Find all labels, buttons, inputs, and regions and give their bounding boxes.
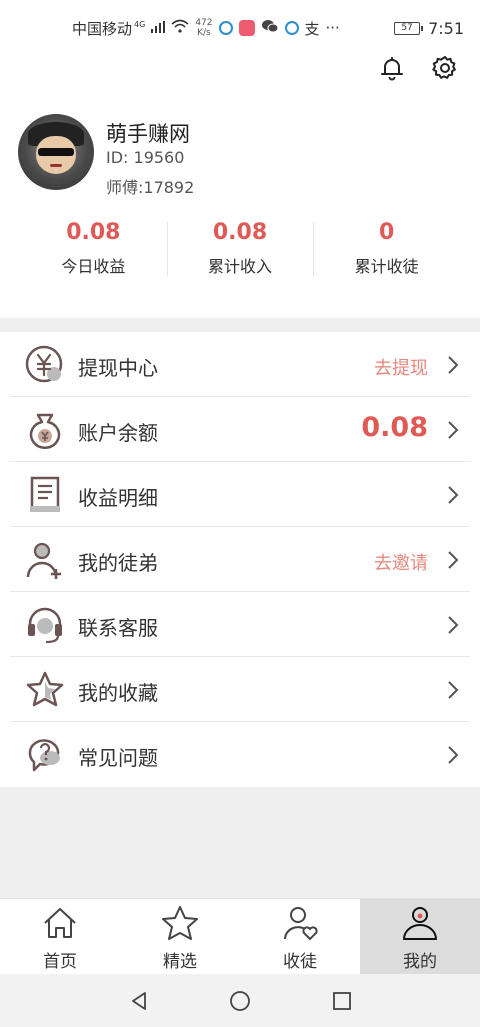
gear-icon[interactable]	[431, 54, 459, 86]
system-nav-bar	[0, 974, 480, 1027]
add-user-icon	[26, 542, 61, 579]
withdraw-link[interactable]: 去提现	[374, 354, 428, 380]
headset-icon	[28, 607, 62, 644]
yuan-withdraw-icon	[25, 345, 63, 383]
user-id: ID: 19560	[106, 148, 185, 167]
chevron-right-icon	[448, 616, 459, 634]
browser-notification-icon	[284, 21, 299, 35]
invite-link[interactable]: 去邀请	[374, 549, 428, 575]
tab-label: 精选	[163, 952, 197, 972]
stat-today-earnings[interactable]: 0.08 今日收益	[20, 220, 167, 280]
menu-label: 常见问题	[78, 746, 158, 770]
star-icon	[26, 671, 64, 707]
stat-value: 0.08	[212, 220, 268, 245]
home-circle-icon[interactable]	[229, 990, 251, 1012]
menu-item-balance[interactable]: 账户余额 0.08	[10, 397, 470, 462]
battery-icon: 57	[394, 21, 424, 35]
chevron-right-icon	[448, 356, 459, 374]
balance-value: 0.08	[361, 412, 428, 443]
stat-total-apprentices[interactable]: 0 累计收徒	[313, 220, 460, 280]
status-bar: 中国移动 4G 472 K/s 支 ··· 57 7:51	[0, 0, 480, 56]
money-bag-icon	[29, 413, 61, 449]
menu-label: 联系客服	[78, 616, 158, 640]
chevron-right-icon	[448, 746, 459, 764]
speed-unit: K/s	[197, 28, 211, 38]
tab-home[interactable]: 首页	[0, 899, 120, 974]
stat-label: 今日收益	[61, 257, 126, 276]
master-id: 师傅:17892	[106, 178, 195, 197]
app-notification-icon	[218, 21, 233, 35]
shopping-app-icon	[238, 20, 255, 36]
network-label: 4G	[134, 19, 146, 29]
menu-item-apprentices[interactable]: 我的徒弟 去邀请	[10, 527, 470, 592]
menu-label: 账户余额	[78, 421, 158, 445]
tab-mine[interactable]: 我的	[360, 899, 480, 974]
wechat-icon	[261, 19, 279, 37]
stat-label: 累计收徒	[354, 257, 419, 276]
tab-label: 首页	[43, 952, 77, 972]
stats-row: 0.08 今日收益 0.08 累计收入 0 累计收徒	[20, 220, 460, 280]
menu-item-customer-service[interactable]: 联系客服	[10, 592, 470, 657]
chevron-right-icon	[448, 486, 459, 504]
home-icon	[44, 908, 76, 938]
speed-value: 472	[195, 18, 213, 28]
profile-card: 萌手赚网 ID: 19560 师傅:17892 0.08 今日收益 0.08 累…	[0, 100, 480, 318]
tab-label: 收徒	[283, 952, 317, 972]
question-bubble-icon	[28, 739, 60, 772]
stat-value: 0	[379, 220, 395, 245]
menu-list: 提现中心 去提现 账户余额 0.08 收益明细 我的徒弟 去邀请 联系客服 我的…	[0, 332, 480, 787]
document-icon	[30, 476, 60, 512]
stat-value: 0.08	[66, 220, 121, 245]
clock: 7:51	[428, 18, 464, 38]
chevron-right-icon	[448, 421, 459, 439]
carrier-label: 中国移动	[72, 19, 133, 38]
bell-icon[interactable]	[378, 54, 406, 86]
nickname: 萌手赚网	[106, 122, 190, 146]
bottom-tab-bar: 首页 精选 收徒 我的	[0, 898, 480, 974]
menu-label: 我的收藏	[78, 681, 158, 705]
more-notifications-icon: ···	[325, 19, 340, 37]
tab-apprentice[interactable]: 收徒	[240, 899, 360, 974]
menu-item-withdraw[interactable]: 提现中心 去提现	[10, 332, 470, 397]
stat-label: 累计收入	[208, 257, 273, 276]
wifi-icon	[171, 19, 189, 37]
alipay-icon: 支	[304, 19, 320, 38]
tab-featured[interactable]: 精选	[120, 899, 240, 974]
menu-item-earnings-detail[interactable]: 收益明细	[10, 462, 470, 527]
stat-total-income[interactable]: 0.08 累计收入	[166, 220, 314, 280]
user-heart-icon	[284, 907, 318, 941]
chevron-right-icon	[448, 681, 459, 699]
menu-label: 提现中心	[78, 356, 158, 380]
menu-label: 收益明细	[78, 486, 158, 510]
tab-label: 我的	[403, 952, 437, 972]
profile-icon	[403, 907, 437, 940]
network-speed: 472 K/s	[195, 18, 212, 38]
header-bar	[0, 56, 480, 100]
menu-item-faq[interactable]: 常见问题	[10, 722, 470, 787]
menu-label: 我的徒弟	[78, 551, 158, 575]
menu-item-favorites[interactable]: 我的收藏	[10, 657, 470, 722]
back-icon[interactable]	[128, 990, 150, 1012]
star-icon	[162, 906, 198, 940]
chevron-right-icon	[448, 551, 459, 569]
avatar[interactable]	[18, 114, 94, 190]
signal-icon	[151, 19, 166, 37]
recent-apps-icon[interactable]	[331, 990, 353, 1012]
